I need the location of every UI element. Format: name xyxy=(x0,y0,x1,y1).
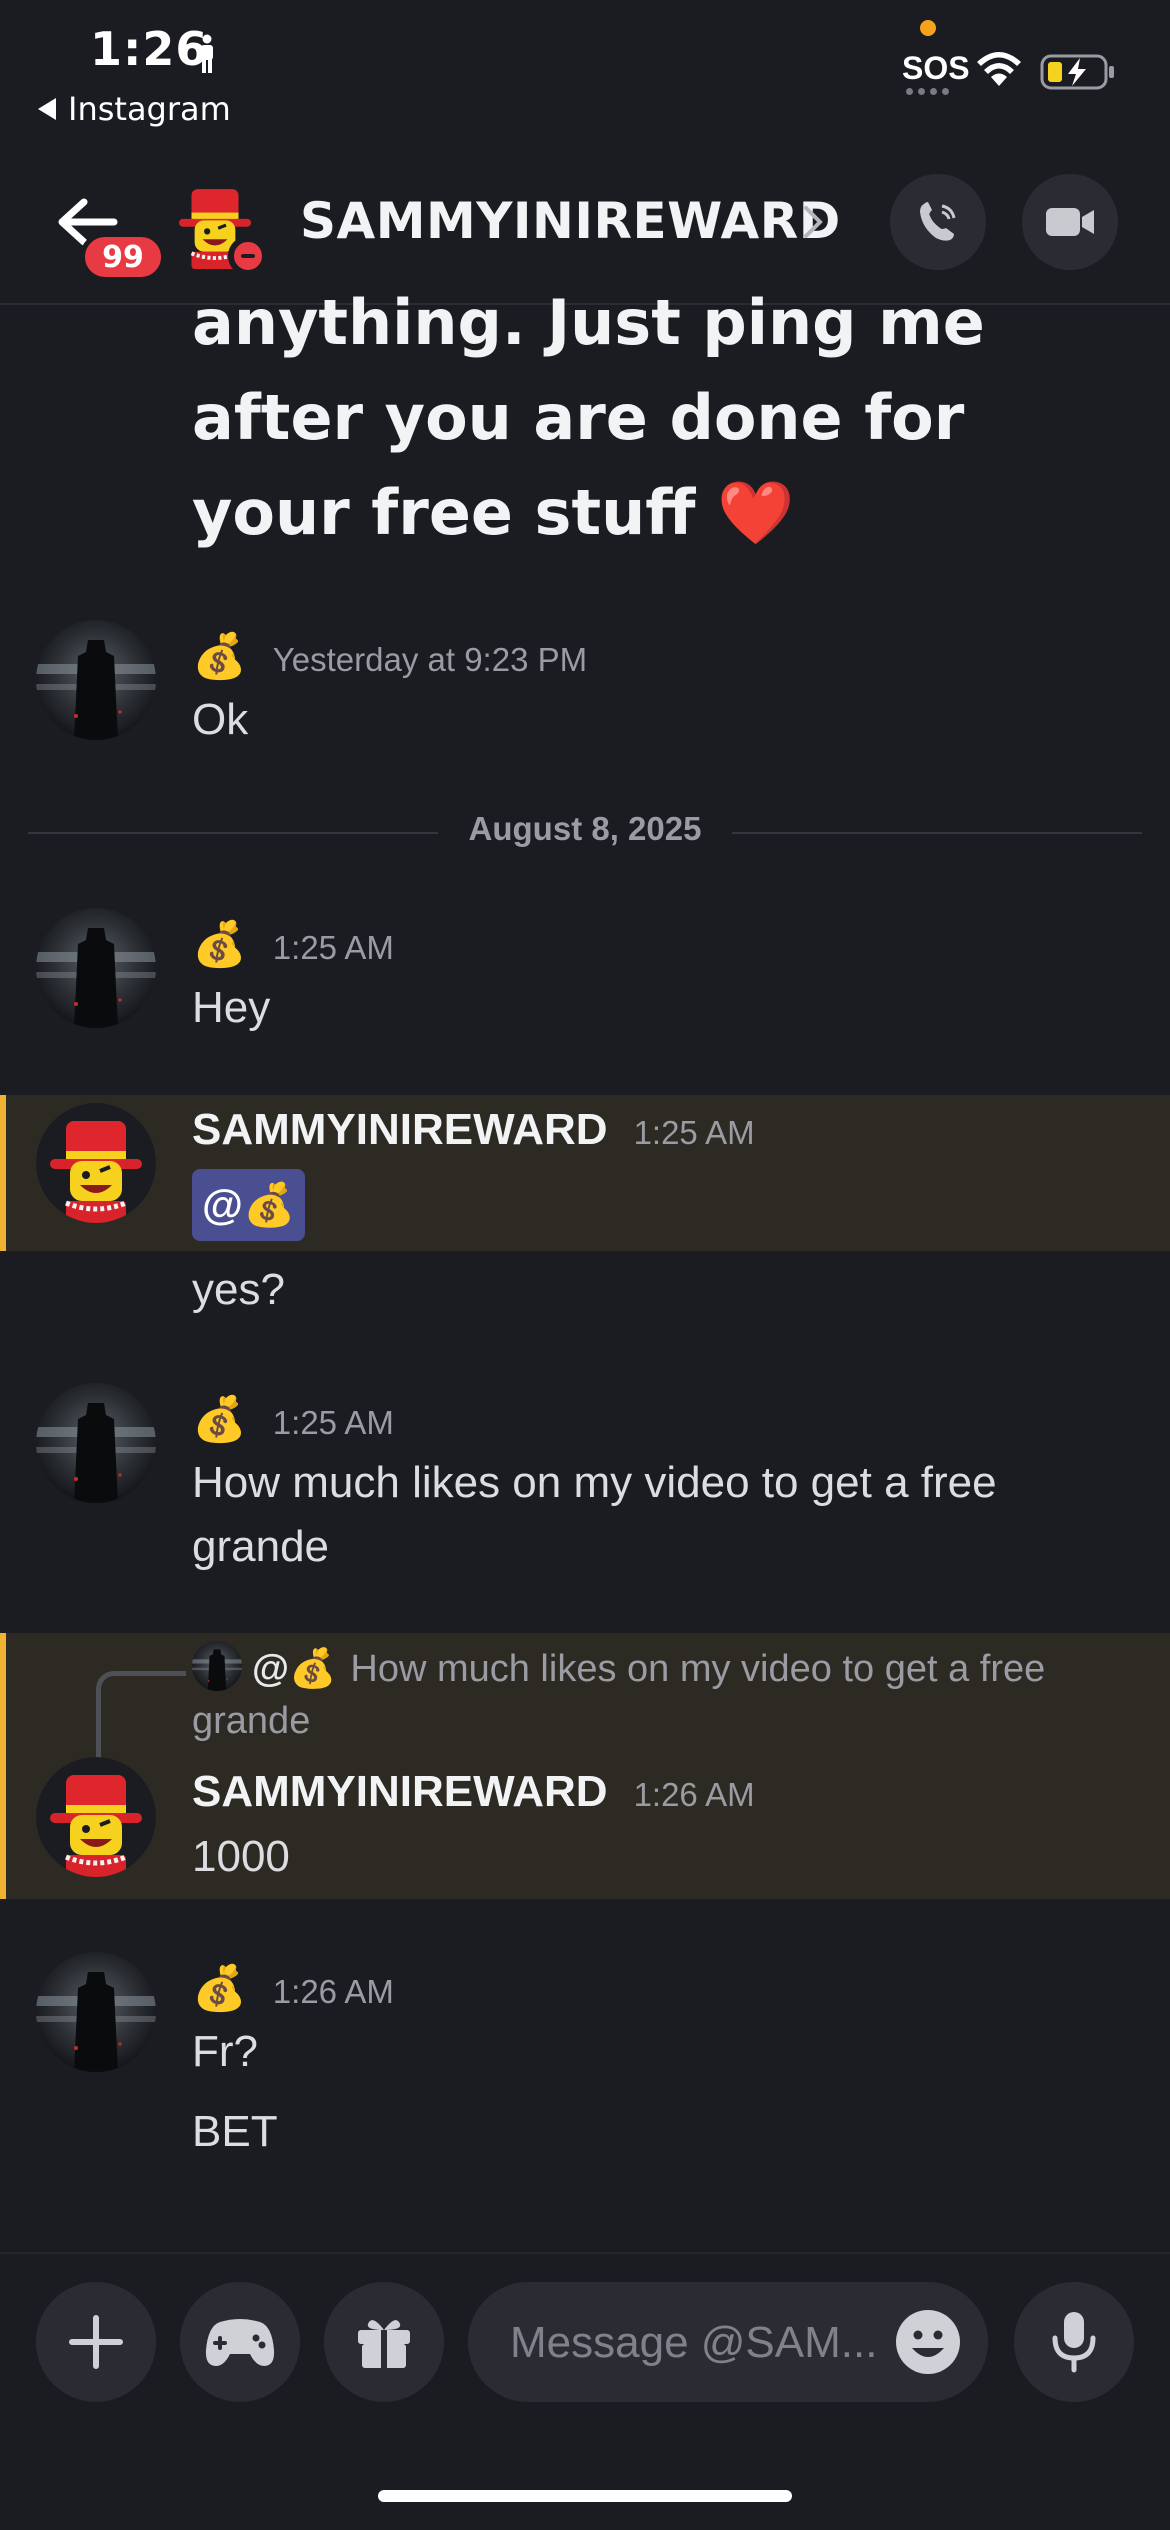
wifi-icon xyxy=(977,52,1021,86)
continued-message-text: anything. Just ping me after you are don… xyxy=(192,286,985,549)
message-text: BET xyxy=(192,2107,278,2156)
author-emoji-name[interactable]: 💰 xyxy=(192,1962,247,2014)
message-timestamp: Yesterday at 9:23 PM xyxy=(272,641,588,678)
message: 💰 1:26 AM Fr? BET xyxy=(0,1952,1170,2156)
emoji-icon[interactable] xyxy=(894,2308,962,2376)
gamepad-icon xyxy=(205,2319,275,2366)
gift-button[interactable] xyxy=(324,2282,444,2402)
composer-divider xyxy=(0,2252,1170,2254)
plus-icon xyxy=(69,2315,123,2369)
video-camera-icon xyxy=(1046,208,1094,236)
video-call-button[interactable] xyxy=(1022,174,1118,270)
home-indicator[interactable] xyxy=(378,2490,792,2502)
message: 💰 1:25 AM Hey xyxy=(0,908,1170,1048)
author-emoji-name[interactable]: 💰 xyxy=(192,1393,247,1445)
status-bar: 1:26 Instagram SOS xyxy=(0,0,1170,140)
signal-dots-icon xyxy=(906,88,949,95)
person-icon xyxy=(201,34,213,73)
microphone-icon xyxy=(1052,2312,1096,2373)
back-to-app-link[interactable]: Instagram xyxy=(38,90,231,128)
back-app-label: Instagram xyxy=(68,90,231,128)
reply-preview[interactable]: @💰 How much likes on my video to get a fr… xyxy=(192,1641,1112,1747)
message-timestamp: 1:25 AM xyxy=(272,1404,394,1441)
message: 💰 1:25 AM How much likes on my video to … xyxy=(0,1383,1170,1583)
clock: 1:26 xyxy=(90,22,209,76)
user-mention[interactable]: @💰 xyxy=(192,1169,306,1241)
mention-highlight-bar xyxy=(0,1633,6,1899)
battery-charging-icon xyxy=(1040,54,1114,90)
chat-title[interactable]: SAMMYINIREWARD xyxy=(300,192,841,250)
dnd-status-icon xyxy=(228,236,268,276)
message-timestamp: 1:26 AM xyxy=(272,1973,394,2010)
add-attachment-button[interactable] xyxy=(36,2282,156,2402)
message-text: yes? xyxy=(192,1265,285,1314)
author-name[interactable]: SAMMYINIREWARD xyxy=(192,1105,608,1155)
user-avatar[interactable] xyxy=(36,908,156,1028)
message-text: Ok xyxy=(192,695,249,744)
date-separator-label: August 8, 2025 xyxy=(468,810,702,847)
author-name[interactable]: SAMMYINIREWARD xyxy=(192,1767,608,1817)
message-input[interactable]: Message @SAM... xyxy=(468,2282,988,2402)
unread-count-badge: 99 xyxy=(80,232,166,282)
author-emoji-name[interactable]: 💰 xyxy=(192,630,247,682)
privacy-indicator-dot xyxy=(920,20,936,36)
reply-avatar xyxy=(192,1641,242,1691)
gift-icon xyxy=(358,2320,410,2368)
message-timestamp: 1:25 AM xyxy=(633,1114,755,1151)
user-avatar[interactable] xyxy=(36,1757,156,1877)
user-avatar[interactable] xyxy=(36,1952,156,2072)
chevron-right-icon[interactable] xyxy=(802,204,824,240)
message-text: Hey xyxy=(192,983,271,1032)
author-emoji-name[interactable]: 💰 xyxy=(192,918,247,970)
message-timestamp: 1:26 AM xyxy=(633,1776,755,1813)
date-separator: August 8, 2025 xyxy=(28,810,1142,854)
activities-button[interactable] xyxy=(180,2282,300,2402)
sos-label: SOS xyxy=(902,50,970,86)
back-triangle-icon xyxy=(38,98,56,120)
user-avatar[interactable] xyxy=(36,1383,156,1503)
message-highlighted: SAMMYINIREWARD 1:25 AM @💰 xyxy=(0,1095,1170,1251)
user-avatar[interactable] xyxy=(36,620,156,740)
user-avatar[interactable] xyxy=(36,1103,156,1223)
message-text: 1000 xyxy=(192,1832,290,1881)
voice-message-button[interactable] xyxy=(1014,2282,1134,2402)
mention-highlight-bar xyxy=(0,1095,6,1251)
message-text: Fr? xyxy=(192,2027,258,2076)
voice-call-button[interactable] xyxy=(890,174,986,270)
message-reply-highlighted: @💰 How much likes on my video to get a fr… xyxy=(0,1633,1170,1899)
message: 💰 Yesterday at 9:23 PM Ok xyxy=(0,620,1170,760)
phone-icon xyxy=(920,202,956,241)
message-timestamp: 1:25 AM xyxy=(272,929,394,966)
reply-mention: @💰 xyxy=(252,1648,337,1690)
message-input-placeholder: Message @SAM... xyxy=(510,2318,878,2367)
message-text: How much likes on my video to get a free… xyxy=(192,1458,997,1571)
